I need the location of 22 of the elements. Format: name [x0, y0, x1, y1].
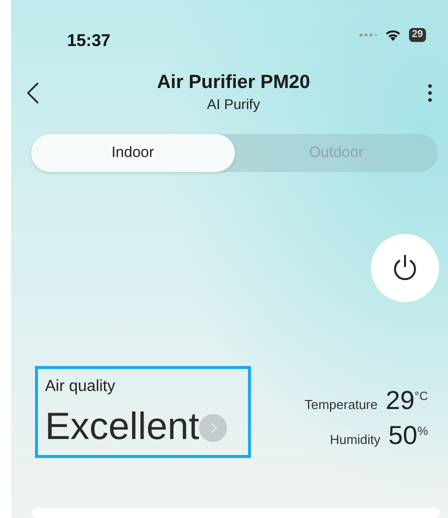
reading-value: 29 [386, 386, 415, 413]
status-time: 15:37 [67, 30, 110, 52]
reading-label: Temperature [304, 396, 378, 414]
power-icon [392, 254, 418, 282]
battery-indicator: 29 [408, 28, 426, 42]
tab[interactable]: Indoor [31, 134, 234, 172]
back-button[interactable] [27, 81, 39, 105]
signal-dots-icon [358, 33, 377, 37]
device-subtitle: AI Purify [206, 94, 261, 114]
more-dots-icon [428, 84, 432, 102]
reading-unit: % [417, 423, 428, 440]
air-quality-panel[interactable]: Air quality Excellent [35, 366, 251, 458]
air-quality-label: Air quality [45, 377, 116, 397]
wifi-icon [384, 29, 401, 41]
air-quality-value: Excellent [45, 407, 200, 449]
device-title: Air Purifier PM20 [156, 72, 312, 94]
chevron-circle-icon [199, 414, 228, 442]
back-chevron-icon [27, 82, 39, 104]
reading-value: 50 [388, 422, 418, 448]
reading-label: Humidity [330, 431, 380, 450]
more-menu-button[interactable] [428, 81, 432, 105]
reading-unit: °C [414, 388, 428, 405]
